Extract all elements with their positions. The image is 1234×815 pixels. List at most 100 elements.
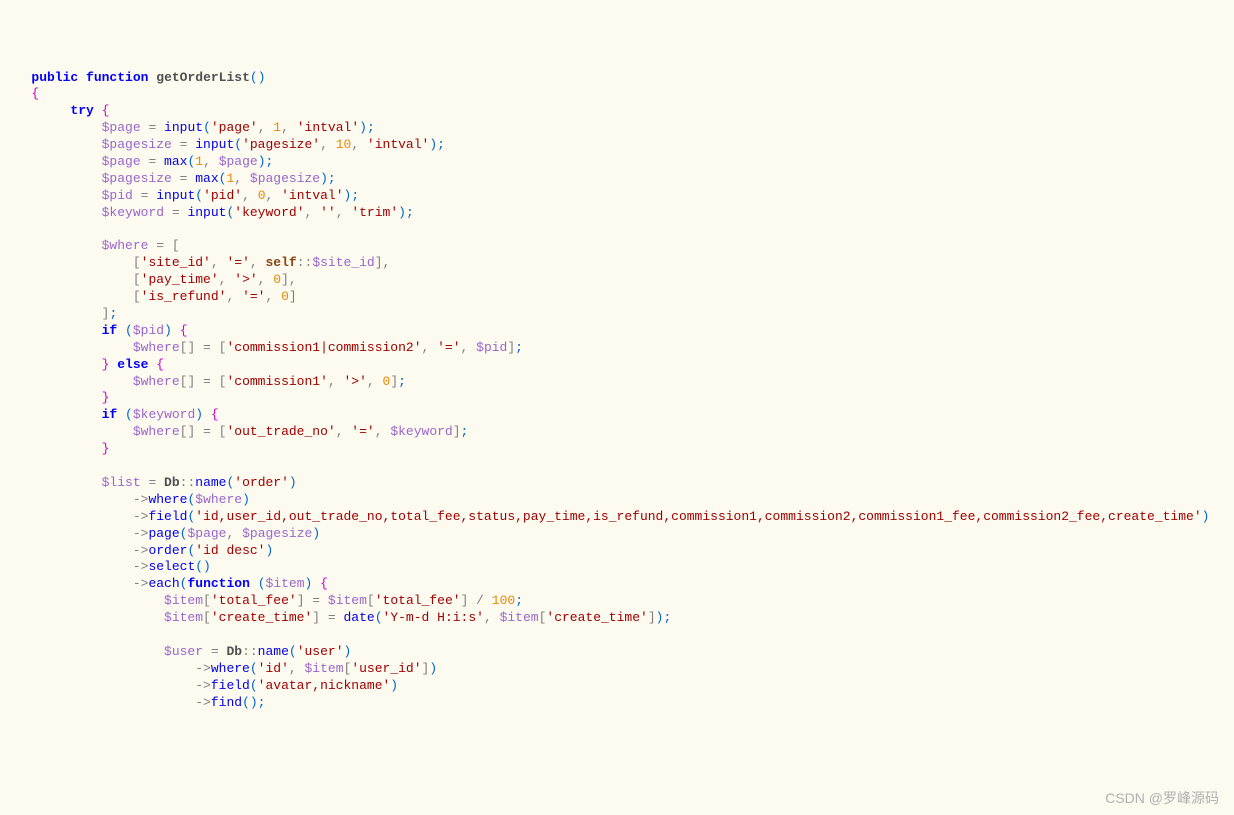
- token-variable: $page: [102, 120, 141, 135]
- code-line[interactable]: [8, 222, 1226, 239]
- token-string: 'Y-m-d H:i:s': [383, 610, 484, 625]
- token-operator: /: [468, 593, 491, 608]
- token-brace: {: [156, 357, 164, 372]
- code-line[interactable]: $list = Db::name('order'): [8, 475, 1226, 492]
- token-operator: =: [172, 171, 195, 186]
- token-number: 1: [195, 154, 203, 169]
- token-paren: (: [234, 137, 242, 152]
- token-func-call: field: [148, 509, 187, 524]
- token-operator: =: [164, 205, 187, 220]
- code-line[interactable]: ->where($where): [8, 492, 1226, 509]
- code-line[interactable]: if ($pid) {: [8, 323, 1226, 340]
- token-string: 'user': [297, 644, 344, 659]
- token-operator: ->: [133, 559, 149, 574]
- code-line[interactable]: {: [8, 86, 1226, 103]
- code-line[interactable]: $item['create_time'] = date('Y-m-d H:i:s…: [8, 610, 1226, 627]
- token-plain: [8, 103, 70, 118]
- code-line[interactable]: [8, 458, 1226, 475]
- code-line[interactable]: $page = input('page', 1, 'intval');: [8, 120, 1226, 137]
- token-bracket: []: [180, 374, 196, 389]
- token-plain: [117, 407, 125, 422]
- token-string: 'pay_time': [141, 272, 219, 287]
- token-operator: =: [148, 238, 171, 253]
- token-paren: (): [242, 695, 258, 710]
- code-line[interactable]: $page = max(1, $page);: [8, 154, 1226, 171]
- token-func-call: name: [258, 644, 289, 659]
- token-comma: ,: [219, 272, 235, 287]
- code-line[interactable]: $pagesize = input('pagesize', 10, 'intva…: [8, 137, 1226, 154]
- token-plain: [8, 610, 164, 625]
- token-comma: ,: [336, 205, 352, 220]
- code-line[interactable]: try {: [8, 103, 1226, 120]
- token-paren: (: [250, 678, 258, 693]
- code-line[interactable]: $keyword = input('keyword', '', 'trim');: [8, 205, 1226, 222]
- token-string: 'create_time': [211, 610, 312, 625]
- token-plain: [8, 120, 102, 135]
- token-semi: ;: [351, 188, 359, 203]
- token-string: 'pid': [203, 188, 242, 203]
- code-line[interactable]: ['pay_time', '>', 0],: [8, 272, 1226, 289]
- token-string: '>': [344, 374, 367, 389]
- token-variable: $pagesize: [102, 137, 172, 152]
- token-paren: ): [289, 475, 297, 490]
- code-line[interactable]: ->order('id desc'): [8, 543, 1226, 560]
- token-variable: $where: [102, 238, 149, 253]
- token-number: 1: [273, 120, 281, 135]
- code-line[interactable]: [8, 627, 1226, 644]
- token-operator: =: [195, 424, 218, 439]
- code-line[interactable]: $user = Db::name('user'): [8, 644, 1226, 661]
- token-paren: (: [195, 188, 203, 203]
- token-static-access: ::: [297, 255, 313, 270]
- code-line[interactable]: public function getOrderList(): [8, 70, 1226, 87]
- code-line[interactable]: ->page($page, $pagesize): [8, 526, 1226, 543]
- code-line[interactable]: $item['total_fee'] = $item['total_fee'] …: [8, 593, 1226, 610]
- code-line[interactable]: $where[] = ['commission1|commission2', '…: [8, 340, 1226, 357]
- token-comma: ,: [234, 171, 250, 186]
- token-bracket: [: [133, 272, 141, 287]
- token-plain: [78, 70, 86, 85]
- code-line[interactable]: $where[] = ['commission1', '>', 0];: [8, 374, 1226, 391]
- token-keyword: if: [102, 407, 118, 422]
- token-bracket: ]: [390, 374, 398, 389]
- code-editor[interactable]: public function getOrderList() { try { $…: [8, 70, 1226, 712]
- token-string: 'id desc': [195, 543, 265, 558]
- code-line[interactable]: ->where('id', $item['user_id']): [8, 661, 1226, 678]
- token-comma: ,: [375, 424, 391, 439]
- token-plain: [8, 390, 102, 405]
- token-func-call: where: [211, 661, 250, 676]
- token-variable: $keyword: [102, 205, 164, 220]
- code-line[interactable]: ['is_refund', '=', 0]: [8, 289, 1226, 306]
- code-line[interactable]: ->field('avatar,nickname'): [8, 678, 1226, 695]
- token-plain: [8, 492, 133, 507]
- token-plain: [8, 323, 102, 338]
- code-line[interactable]: ['site_id', '=', self::$site_id],: [8, 255, 1226, 272]
- token-variable: $item: [305, 661, 344, 676]
- code-line[interactable]: }: [8, 390, 1226, 407]
- code-line[interactable]: } else {: [8, 357, 1226, 374]
- token-bracket: [: [367, 593, 375, 608]
- code-line[interactable]: ->each(function ($item) {: [8, 576, 1226, 593]
- token-comma: ,: [367, 374, 383, 389]
- code-line[interactable]: $where = [: [8, 238, 1226, 255]
- code-line[interactable]: ];: [8, 306, 1226, 323]
- code-line[interactable]: ->select(): [8, 559, 1226, 576]
- token-brace: {: [320, 576, 328, 591]
- token-string: 'id,user_id,out_trade_no,total_fee,statu…: [195, 509, 1201, 524]
- token-comma: ,: [265, 289, 281, 304]
- code-line[interactable]: ->field('id,user_id,out_trade_no,total_f…: [8, 509, 1226, 526]
- token-keyword: try: [70, 103, 93, 118]
- token-comma: ,: [266, 188, 282, 203]
- token-number: 100: [492, 593, 515, 608]
- code-line[interactable]: $pid = input('pid', 0, 'intval');: [8, 188, 1226, 205]
- code-line[interactable]: if ($keyword) {: [8, 407, 1226, 424]
- token-paren: ): [242, 492, 250, 507]
- token-variable: $page: [187, 526, 226, 541]
- code-line[interactable]: $pagesize = max(1, $pagesize);: [8, 171, 1226, 188]
- token-func-call: input: [187, 205, 226, 220]
- code-line[interactable]: }: [8, 441, 1226, 458]
- code-line[interactable]: $where[] = ['out_trade_no', '=', $keywor…: [8, 424, 1226, 441]
- token-bracket: ]: [281, 272, 289, 287]
- code-line[interactable]: ->find();: [8, 695, 1226, 712]
- token-plain: [8, 424, 133, 439]
- token-variable: $pagesize: [102, 171, 172, 186]
